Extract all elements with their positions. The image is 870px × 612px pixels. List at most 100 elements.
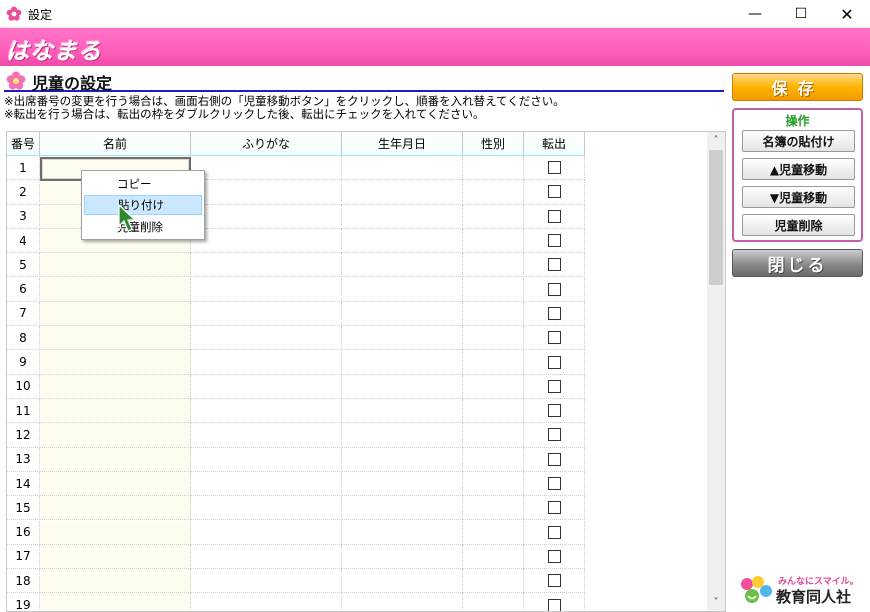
table-row[interactable]: 10: [7, 374, 585, 399]
birthdate-cell[interactable]: [342, 520, 463, 545]
furigana-cell[interactable]: [191, 423, 342, 448]
birthdate-cell[interactable]: [342, 496, 463, 521]
gender-cell[interactable]: [463, 253, 524, 278]
table-row[interactable]: 9: [7, 350, 585, 375]
gender-cell[interactable]: [463, 277, 524, 302]
gender-cell[interactable]: [463, 471, 524, 497]
furigana-cell[interactable]: [191, 253, 342, 278]
table-row[interactable]: 13: [7, 447, 585, 472]
paste-roster-button[interactable]: 名簿の貼付け: [742, 130, 855, 152]
transfer-checkbox[interactable]: [547, 306, 561, 320]
birthdate-cell[interactable]: [342, 301, 463, 327]
gender-cell[interactable]: [463, 350, 524, 375]
birthdate-cell[interactable]: [342, 569, 463, 594]
gender-cell[interactable]: [463, 180, 524, 205]
name-cell[interactable]: [40, 277, 191, 302]
birthdate-cell[interactable]: [342, 277, 463, 302]
birthdate-cell[interactable]: [342, 544, 463, 570]
transfer-cell[interactable]: [524, 277, 585, 302]
gender-cell[interactable]: [463, 204, 524, 229]
birthdate-cell[interactable]: [342, 156, 463, 181]
close-button[interactable]: 閉じる: [732, 249, 863, 277]
gender-cell[interactable]: [463, 423, 524, 448]
transfer-checkbox[interactable]: [547, 355, 561, 369]
transfer-cell[interactable]: [524, 544, 585, 570]
furigana-cell[interactable]: [191, 447, 342, 472]
scroll-up-icon[interactable]: ˄: [707, 132, 725, 149]
transfer-checkbox[interactable]: [547, 258, 561, 272]
birthdate-cell[interactable]: [342, 593, 463, 611]
col-header-number[interactable]: 番号: [7, 132, 40, 156]
name-cell[interactable]: [40, 374, 191, 399]
col-header-furigana[interactable]: ふりがな: [191, 132, 342, 156]
transfer-cell[interactable]: [524, 569, 585, 594]
name-cell[interactable]: [40, 253, 191, 278]
close-window-button[interactable]: ✕: [824, 0, 870, 28]
transfer-checkbox[interactable]: [547, 501, 561, 515]
table-row[interactable]: 19: [7, 593, 585, 611]
transfer-checkbox[interactable]: [547, 525, 561, 539]
name-cell[interactable]: [40, 326, 191, 351]
transfer-cell[interactable]: [524, 496, 585, 521]
furigana-cell[interactable]: [191, 544, 342, 570]
transfer-cell[interactable]: [524, 156, 585, 181]
gender-cell[interactable]: [463, 447, 524, 472]
table-row[interactable]: 18: [7, 569, 585, 594]
furigana-cell[interactable]: [191, 520, 342, 545]
move-child-down-button[interactable]: ▼児童移動: [742, 186, 855, 208]
minimize-button[interactable]: —: [732, 0, 778, 28]
menu-item-copy[interactable]: コピー: [84, 174, 202, 194]
birthdate-cell[interactable]: [342, 326, 463, 351]
birthdate-cell[interactable]: [342, 350, 463, 375]
col-header-transfer[interactable]: 転出: [524, 132, 585, 156]
gender-cell[interactable]: [463, 326, 524, 351]
transfer-cell[interactable]: [524, 374, 585, 399]
transfer-cell[interactable]: [524, 326, 585, 351]
birthdate-cell[interactable]: [342, 228, 463, 254]
name-cell[interactable]: [40, 520, 191, 545]
name-cell[interactable]: [40, 447, 191, 472]
name-cell[interactable]: [40, 399, 191, 424]
furigana-cell[interactable]: [191, 569, 342, 594]
name-cell[interactable]: [40, 569, 191, 594]
table-row[interactable]: 8: [7, 326, 585, 351]
furigana-cell[interactable]: [191, 471, 342, 497]
table-row[interactable]: 7: [7, 301, 585, 327]
transfer-cell[interactable]: [524, 399, 585, 424]
name-cell[interactable]: [40, 350, 191, 375]
furigana-cell[interactable]: [191, 399, 342, 424]
furigana-cell[interactable]: [191, 277, 342, 302]
transfer-checkbox[interactable]: [547, 161, 561, 175]
gender-cell[interactable]: [463, 593, 524, 611]
transfer-checkbox[interactable]: [547, 574, 561, 588]
table-row[interactable]: 15: [7, 496, 585, 521]
menu-item-delete-child[interactable]: 児童削除: [84, 217, 202, 237]
transfer-checkbox[interactable]: [547, 234, 561, 248]
gender-cell[interactable]: [463, 496, 524, 521]
name-cell[interactable]: [40, 471, 191, 497]
furigana-cell[interactable]: [191, 350, 342, 375]
menu-item-paste[interactable]: 貼り付け: [84, 195, 202, 215]
gender-cell[interactable]: [463, 399, 524, 424]
gender-cell[interactable]: [463, 301, 524, 327]
table-row[interactable]: 6: [7, 277, 585, 302]
table-row[interactable]: 12: [7, 423, 585, 448]
name-cell[interactable]: [40, 423, 191, 448]
birthdate-cell[interactable]: [342, 447, 463, 472]
gender-cell[interactable]: [463, 228, 524, 254]
transfer-checkbox[interactable]: [547, 185, 561, 199]
birthdate-cell[interactable]: [342, 399, 463, 424]
transfer-cell[interactable]: [524, 350, 585, 375]
table-row[interactable]: 11: [7, 399, 585, 424]
vertical-scrollbar[interactable]: ˄ ˅: [707, 132, 725, 611]
furigana-cell[interactable]: [191, 301, 342, 327]
transfer-cell[interactable]: [524, 423, 585, 448]
furigana-cell[interactable]: [191, 374, 342, 399]
furigana-cell[interactable]: [191, 228, 342, 254]
furigana-cell[interactable]: [191, 326, 342, 351]
table-row[interactable]: 16: [7, 520, 585, 545]
transfer-checkbox[interactable]: [547, 549, 561, 563]
transfer-cell[interactable]: [524, 204, 585, 229]
name-cell[interactable]: [40, 593, 191, 611]
furigana-cell[interactable]: [191, 156, 342, 181]
